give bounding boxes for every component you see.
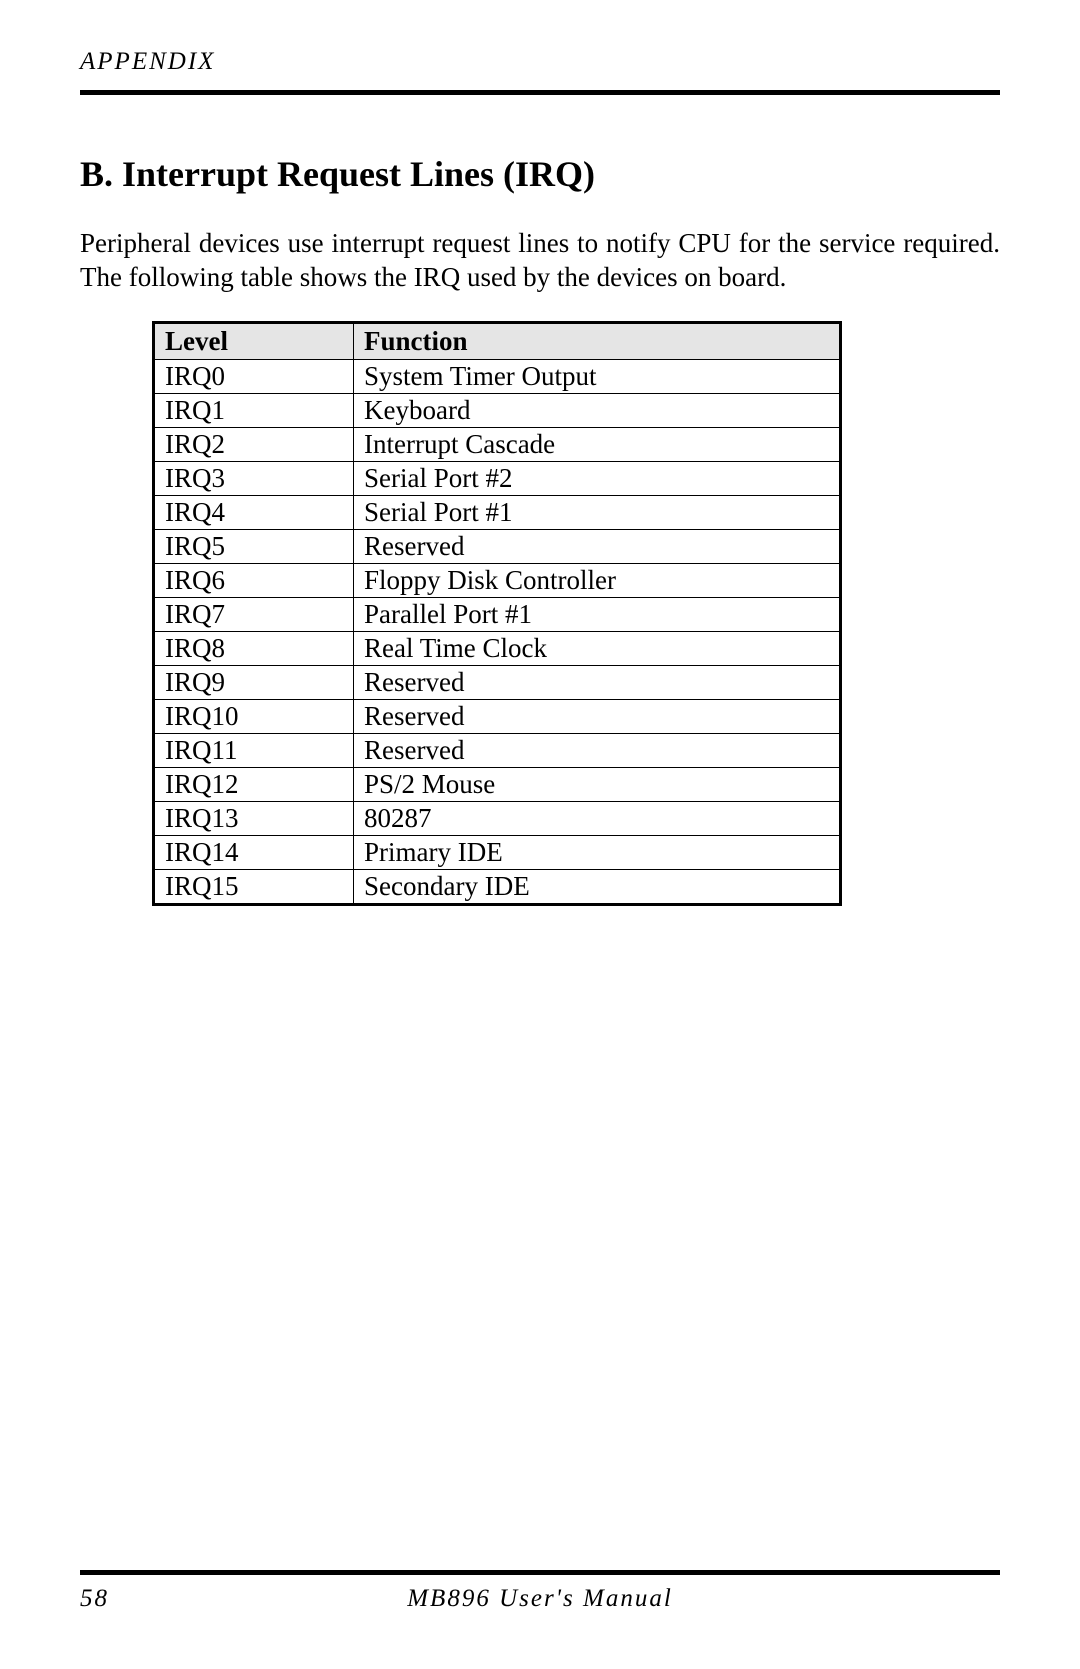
table-row: IRQ6Floppy Disk Controller [154,563,841,597]
table-row: IRQ1380287 [154,801,841,835]
table-row: IRQ7Parallel Port #1 [154,597,841,631]
footer-row: 58 MB896 User's Manual [80,1585,1000,1613]
table-row: IRQ2Interrupt Cascade [154,427,841,461]
irq-table: Level Function IRQ0System Timer OutputIR… [152,321,842,906]
table-cell-level: IRQ7 [154,597,354,631]
footer-divider [80,1570,1000,1575]
table-cell-function: Interrupt Cascade [354,427,841,461]
table-cell-level: IRQ15 [154,869,354,904]
table-cell-level: IRQ1 [154,393,354,427]
table-cell-function: Keyboard [354,393,841,427]
table-cell-level: IRQ2 [154,427,354,461]
table-cell-function: Secondary IDE [354,869,841,904]
table-cell-function: PS/2 Mouse [354,767,841,801]
table-header-function: Function [354,322,841,359]
table-cell-function: Parallel Port #1 [354,597,841,631]
table-cell-function: Serial Port #2 [354,461,841,495]
table-cell-function: Real Time Clock [354,631,841,665]
table-row: IRQ11Reserved [154,733,841,767]
table-cell-function: 80287 [354,801,841,835]
table-row: IRQ4Serial Port #1 [154,495,841,529]
table-row: IRQ3Serial Port #2 [154,461,841,495]
section-heading: B. Interrupt Request Lines (IRQ) [80,153,1000,195]
table-cell-level: IRQ10 [154,699,354,733]
table-row: IRQ14Primary IDE [154,835,841,869]
table-cell-level: IRQ13 [154,801,354,835]
table-row: IRQ10Reserved [154,699,841,733]
table-row: IRQ15Secondary IDE [154,869,841,904]
table-cell-level: IRQ0 [154,359,354,393]
table-header-row: Level Function [154,322,841,359]
table-row: IRQ5Reserved [154,529,841,563]
footer-title: MB896 User's Manual [80,1585,1000,1613]
table-cell-level: IRQ12 [154,767,354,801]
page-footer: 58 MB896 User's Manual [80,1570,1000,1613]
table-row: IRQ0System Timer Output [154,359,841,393]
section-label: APPENDIX [80,48,1000,76]
table-row: IRQ12PS/2 Mouse [154,767,841,801]
table-cell-level: IRQ8 [154,631,354,665]
table-cell-function: Reserved [354,665,841,699]
table-row: IRQ8Real Time Clock [154,631,841,665]
table-cell-function: Reserved [354,733,841,767]
table-cell-level: IRQ6 [154,563,354,597]
table-header-level: Level [154,322,354,359]
page-header: APPENDIX [80,48,1000,95]
table-cell-level: IRQ9 [154,665,354,699]
table-cell-function: Floppy Disk Controller [354,563,841,597]
table-cell-function: Reserved [354,529,841,563]
table-cell-function: Serial Port #1 [354,495,841,529]
table-cell-function: Reserved [354,699,841,733]
table-row: IRQ1Keyboard [154,393,841,427]
table-cell-level: IRQ11 [154,733,354,767]
table-cell-level: IRQ4 [154,495,354,529]
table-cell-function: Primary IDE [354,835,841,869]
intro-paragraph: Peripheral devices use interrupt request… [80,227,1000,295]
page-content: B. Interrupt Request Lines (IRQ) Periphe… [80,95,1000,906]
table-row: IRQ9Reserved [154,665,841,699]
table-cell-level: IRQ5 [154,529,354,563]
table-cell-level: IRQ14 [154,835,354,869]
table-cell-function: System Timer Output [354,359,841,393]
table-cell-level: IRQ3 [154,461,354,495]
